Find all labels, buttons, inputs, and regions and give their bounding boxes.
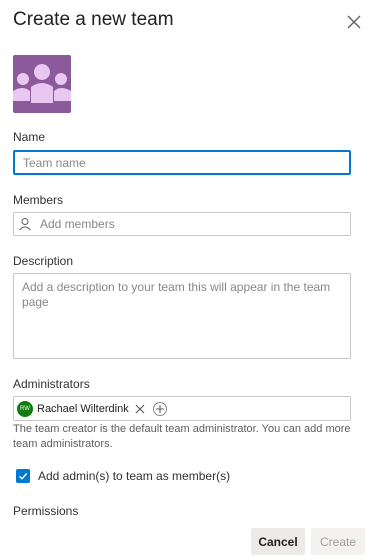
description-textarea[interactable] <box>13 273 351 359</box>
team-icon <box>13 64 71 103</box>
admin-help-text: The team creator is the default team adm… <box>13 423 351 450</box>
team-avatar <box>13 55 71 113</box>
checkbox-box[interactable] <box>16 469 30 483</box>
members-field[interactable] <box>13 212 351 236</box>
administrators-field[interactable]: RW Rachael Wilterdink <box>13 396 351 421</box>
admin-avatar: RW <box>17 400 33 417</box>
members-input[interactable] <box>38 216 350 232</box>
close-icon[interactable] <box>345 13 363 31</box>
description-label: Description <box>13 254 74 268</box>
admin-name: Rachael Wilterdink <box>37 402 129 415</box>
admin-chip: RW Rachael Wilterdink <box>17 399 145 418</box>
cancel-button[interactable]: Cancel <box>251 528 305 555</box>
administrators-label: Administrators <box>13 377 90 391</box>
name-label: Name <box>13 130 46 144</box>
person-icon <box>19 218 31 231</box>
team-name-input[interactable] <box>13 150 351 175</box>
dialog-title: Create a new team <box>13 9 174 30</box>
permissions-label: Permissions <box>13 504 79 518</box>
add-icon <box>155 404 164 413</box>
checkbox-label: Add admin(s) to team as member(s) <box>38 469 231 483</box>
create-button[interactable]: Create <box>311 528 365 555</box>
add-admin-button[interactable] <box>152 401 167 416</box>
create-team-dialog: Create a new team Name Members Descripti… <box>0 0 374 560</box>
add-admins-as-members-checkbox[interactable]: Add admin(s) to team as member(s) <box>16 469 230 483</box>
remove-icon[interactable] <box>135 404 145 414</box>
checkmark-icon <box>19 473 28 480</box>
members-label: Members <box>13 193 64 207</box>
